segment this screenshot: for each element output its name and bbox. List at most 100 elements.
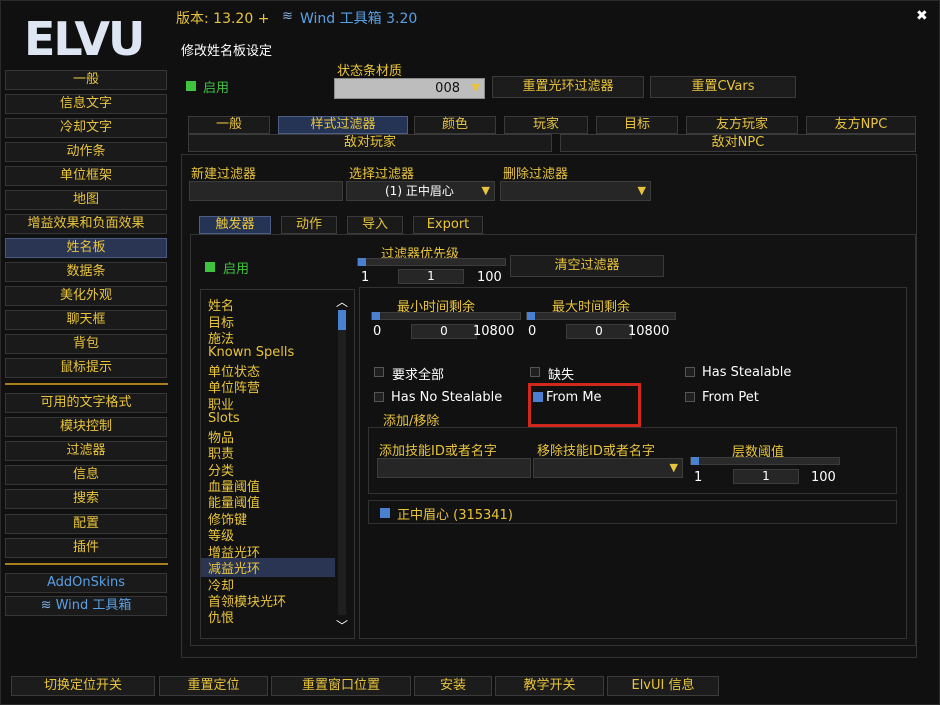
- sidebar-item-modulecontrol[interactable]: 模块控制: [5, 417, 167, 437]
- sidebar-item-cooldown-text[interactable]: 冷却文字: [5, 118, 167, 138]
- require-all-checkbox[interactable]: [374, 367, 384, 377]
- trigger-enable-checkbox[interactable]: [205, 262, 215, 272]
- tab-target[interactable]: 目标: [596, 116, 678, 134]
- stack-threshold-min: 1: [694, 470, 703, 485]
- install-button[interactable]: 安装: [414, 676, 492, 696]
- tab-friendly-player[interactable]: 友方玩家: [686, 116, 798, 134]
- min-time-min: 0: [373, 324, 382, 339]
- sidebar-item-wind-label: Wind 工具箱: [55, 598, 132, 613]
- chevron-down-icon[interactable]: ﹀: [336, 617, 348, 634]
- tab-colors[interactable]: 颜色: [414, 116, 496, 134]
- chevron-up-icon[interactable]: ︿: [336, 293, 348, 310]
- sidebar-item-tags[interactable]: 可用的文字格式: [5, 393, 167, 413]
- elvui-info-button[interactable]: ElvUI 信息: [607, 676, 719, 696]
- tab-enemy-player[interactable]: 敌对玩家: [188, 134, 552, 152]
- wind-version-label: Wind 工具箱 3.20: [300, 11, 418, 27]
- max-time-max: 10800: [628, 324, 670, 339]
- tab-player[interactable]: 玩家: [504, 116, 588, 134]
- sidebar-item-maps[interactable]: 地图: [5, 190, 167, 210]
- sidebar-item-search[interactable]: 搜索: [5, 489, 167, 509]
- scrollbar-thumb[interactable]: [338, 310, 346, 330]
- sidebar-item-profiles[interactable]: 配置: [5, 514, 167, 534]
- has-stealable-checkbox[interactable]: [685, 367, 695, 377]
- clear-filter-button[interactable]: 清空过滤器: [510, 255, 664, 277]
- sidebar-item-chat[interactable]: 聊天框: [5, 310, 167, 330]
- spell-entry-label: 正中眉心 (315341): [397, 508, 513, 523]
- select-filter-label: 选择过滤器: [349, 167, 415, 182]
- sidebar-item-actionbars[interactable]: 动作条: [5, 142, 167, 162]
- list-item[interactable]: Known Spells: [208, 345, 294, 360]
- has-no-stealable-checkbox[interactable]: [374, 392, 384, 402]
- sidebar-item-wind[interactable]: ≋ Wind 工具箱: [5, 596, 167, 616]
- sidebar-item-filters[interactable]: 过滤器: [5, 441, 167, 461]
- sidebar-divider-2: [5, 563, 168, 565]
- chevron-down-icon: ▼: [637, 184, 646, 197]
- from-pet-checkbox[interactable]: [685, 392, 695, 402]
- tab-general[interactable]: 一般: [188, 116, 270, 134]
- sidebar-item-databars[interactable]: 数据条: [5, 262, 167, 282]
- from-pet-label: From Pet: [702, 390, 759, 405]
- enable-label: 启用: [203, 81, 230, 96]
- sidebar-item-general[interactable]: 一般: [5, 70, 167, 90]
- chevron-down-icon: ▼: [471, 81, 480, 94]
- slider-thumb[interactable]: [372, 312, 380, 320]
- wind-icon: ≋: [40, 598, 56, 613]
- filter-priority-slider[interactable]: [357, 258, 506, 266]
- remove-spell-label: 移除技能ID或者名字: [537, 444, 655, 459]
- subtab-import[interactable]: 导入: [347, 216, 403, 234]
- new-filter-input[interactable]: [189, 181, 343, 201]
- reset-anchors-button[interactable]: 重置定位: [159, 676, 268, 696]
- sidebar-item-auras[interactable]: 增益效果和负面效果: [5, 214, 167, 234]
- sidebar-item-bags[interactable]: 背包: [5, 334, 167, 354]
- reset-window-position-button[interactable]: 重置窗口位置: [271, 676, 411, 696]
- max-time-value[interactable]: 0: [566, 324, 632, 339]
- tab-enemy-npc[interactable]: 敌对NPC: [560, 134, 916, 152]
- wind-icon: ≋: [282, 9, 293, 24]
- statusbar-texture-dropdown[interactable]: 008 ▼: [334, 78, 485, 99]
- list-item[interactable]: Slots: [208, 411, 240, 426]
- trigger-enable-label: 启用: [223, 262, 250, 277]
- sidebar-item-tooltip[interactable]: 鼠标提示: [5, 358, 167, 378]
- filter-priority-value[interactable]: 1: [398, 269, 464, 284]
- subtab-triggers[interactable]: 触发器: [199, 216, 271, 234]
- highlight-box: [528, 383, 641, 427]
- tab-style-filter[interactable]: 样式过滤器: [278, 116, 408, 134]
- slider-thumb[interactable]: [691, 457, 699, 465]
- max-time-min: 0: [528, 324, 537, 339]
- sidebar-item-addonskins[interactable]: AddOnSkins: [5, 573, 167, 593]
- max-time-slider[interactable]: [526, 312, 676, 320]
- select-filter-dropdown[interactable]: (1) 正中眉心 ▼: [346, 181, 495, 201]
- page-title: 修改姓名板设定: [181, 44, 273, 59]
- subtab-export[interactable]: Export: [413, 216, 483, 234]
- stack-threshold-value[interactable]: 1: [733, 469, 799, 484]
- enable-checkbox[interactable]: [186, 81, 196, 91]
- toggle-tutorial-button[interactable]: 教学开关: [495, 676, 604, 696]
- spell-entry-checkbox[interactable]: [380, 508, 390, 518]
- subtab-actions[interactable]: 动作: [281, 216, 337, 234]
- elvui-logo: ELVU: [24, 12, 145, 66]
- chevron-down-icon: ▼: [669, 461, 678, 474]
- sidebar-item-skins[interactable]: 美化外观: [5, 286, 167, 306]
- sidebar-item-plugins[interactable]: 插件: [5, 538, 167, 558]
- reset-aura-filters-button[interactable]: 重置光环过滤器: [492, 76, 644, 98]
- delete-filter-dropdown[interactable]: ▼: [500, 181, 651, 201]
- sidebar-item-nameplates[interactable]: 姓名板: [5, 238, 167, 258]
- close-icon[interactable]: ✖: [916, 8, 928, 24]
- sidebar-item-info[interactable]: 信息: [5, 465, 167, 485]
- min-time-value[interactable]: 0: [411, 324, 477, 339]
- missing-checkbox[interactable]: [530, 367, 540, 377]
- filter-priority-min: 1: [361, 270, 370, 285]
- tab-friendly-npc[interactable]: 友方NPC: [806, 116, 916, 134]
- scrollbar[interactable]: ︿ ﹀: [334, 293, 350, 635]
- add-spell-input[interactable]: [377, 458, 531, 478]
- slider-thumb[interactable]: [527, 312, 535, 320]
- slider-thumb[interactable]: [358, 258, 366, 266]
- reset-cvars-button[interactable]: 重置CVars: [650, 76, 796, 98]
- toggle-anchors-button[interactable]: 切换定位开关: [11, 676, 155, 696]
- min-time-slider[interactable]: [371, 312, 521, 320]
- stack-threshold-slider[interactable]: [690, 457, 840, 465]
- sidebar-item-info-text[interactable]: 信息文字: [5, 94, 167, 114]
- sidebar-item-unitframes[interactable]: 单位框架: [5, 166, 167, 186]
- list-item[interactable]: 仇恨: [208, 607, 234, 626]
- remove-spell-dropdown[interactable]: ▼: [533, 458, 683, 478]
